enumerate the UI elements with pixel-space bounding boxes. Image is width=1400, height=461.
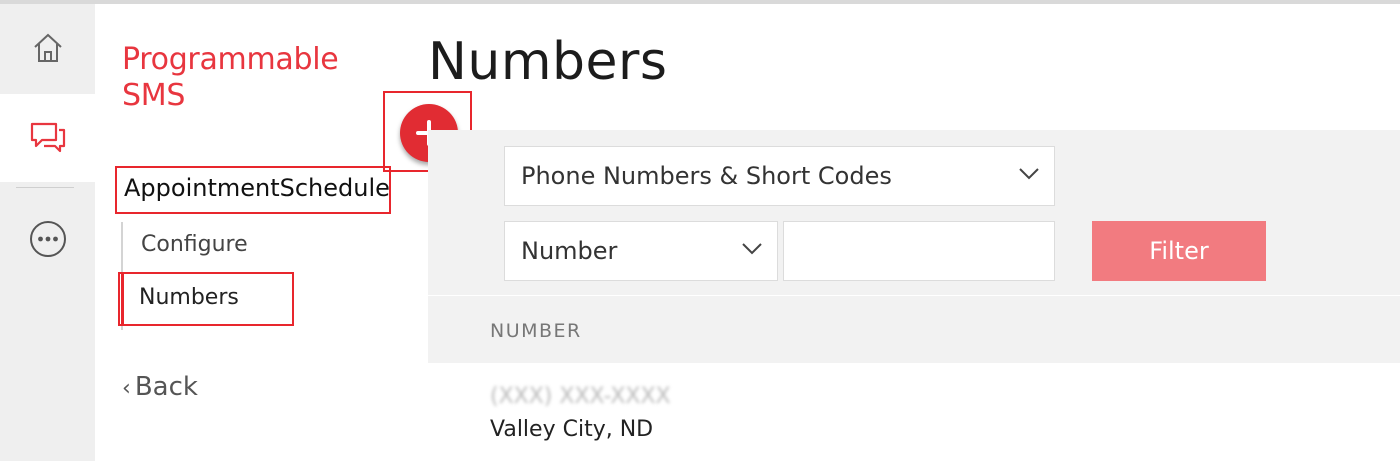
table-row-location: Valley City, ND xyxy=(490,417,654,442)
chevron-left-icon: ‹ xyxy=(122,376,131,401)
table-row-number[interactable]: (XXX) XXX-XXXX xyxy=(490,384,671,409)
product-title-line1: Programmable xyxy=(122,42,339,77)
chevron-down-icon xyxy=(742,243,762,255)
rail-divider xyxy=(16,187,74,188)
filter-button[interactable]: Filter xyxy=(1092,221,1266,281)
more-icon xyxy=(29,221,66,257)
active-indicator xyxy=(121,274,124,324)
number-type-select[interactable]: Phone Numbers & Short Codes xyxy=(504,146,1055,206)
product-sidebar: Programmable SMS AppointmentScheduler Co… xyxy=(95,4,391,461)
rail-home-button[interactable] xyxy=(0,4,95,92)
sidebar-item-configure[interactable]: Configure xyxy=(141,232,248,257)
icon-rail xyxy=(0,4,95,461)
back-link[interactable]: ‹ Back xyxy=(122,372,198,402)
home-icon xyxy=(33,33,62,62)
product-title: Programmable SMS xyxy=(122,42,339,114)
chat-bubbles-icon xyxy=(30,122,65,153)
rail-more-button[interactable] xyxy=(0,194,95,284)
rail-sms-button[interactable] xyxy=(0,94,95,182)
filter-field-select-value: Number xyxy=(521,237,618,265)
back-label: Back xyxy=(134,372,198,402)
column-header-number: NUMBER xyxy=(490,320,582,342)
page-title: Numbers xyxy=(428,32,668,92)
filter-search-input[interactable] xyxy=(783,221,1055,281)
product-title-line2: SMS xyxy=(122,78,186,113)
sidebar-item-numbers[interactable]: Numbers xyxy=(139,285,239,310)
number-type-select-value: Phone Numbers & Short Codes xyxy=(521,162,892,190)
filter-field-select[interactable]: Number xyxy=(504,221,778,281)
chevron-down-icon xyxy=(1019,168,1039,180)
app-name[interactable]: AppointmentScheduler xyxy=(115,166,391,214)
